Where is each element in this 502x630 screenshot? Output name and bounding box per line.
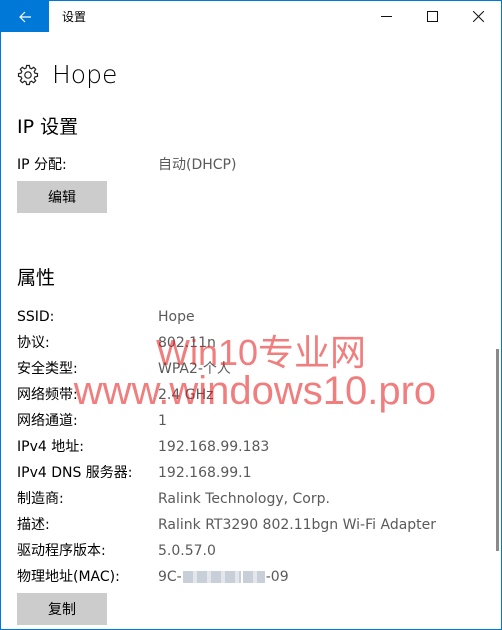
- redacted-mask: [182, 571, 241, 583]
- window-title: 设置: [62, 10, 87, 24]
- back-button[interactable]: [1, 1, 49, 32]
- property-label: 驱动程序版本:: [17, 543, 106, 559]
- property-label: SSID:: [17, 309, 55, 325]
- vertical-scrollbar[interactable]: [496, 349, 499, 551]
- property-label: 网络频带:: [17, 387, 78, 403]
- property-value: Ralink RT3290 802.11bgn Wi-Fi Adapter: [158, 517, 437, 533]
- title-bar: 设置: [1, 1, 501, 32]
- maximize-icon: [426, 11, 438, 22]
- property-row-security-type: 安全类型: WPA2-个人: [17, 359, 231, 379]
- property-row-protocol: 协议: 802.11n: [17, 333, 216, 353]
- property-value: Hope: [158, 309, 195, 325]
- property-value: 802.11n: [158, 335, 216, 351]
- property-row-driver-version: 驱动程序版本: 5.0.57.0: [17, 541, 216, 561]
- property-label: 网络通道:: [17, 413, 78, 429]
- property-value: 192.168.99.183: [158, 439, 270, 455]
- property-label: 制造商:: [17, 491, 64, 507]
- property-value: 192.168.99.1: [158, 465, 252, 481]
- property-label: 协议:: [17, 335, 50, 351]
- gear-icon: [17, 64, 39, 86]
- property-row-manufacturer: 制造商: Ralink Technology, Corp.: [17, 489, 330, 509]
- properties-heading: 属性: [17, 267, 56, 289]
- property-label: 描述:: [17, 517, 50, 533]
- close-button[interactable]: [455, 1, 501, 32]
- property-row-ipv4-dns: IPv4 DNS 服务器: 192.168.99.1: [17, 463, 252, 483]
- property-row-ipv4-address: IPv4 地址: 192.168.99.183: [17, 437, 269, 457]
- ip-assignment-value: 自动(DHCP): [158, 157, 237, 173]
- ip-settings-heading: IP 设置: [17, 116, 79, 138]
- settings-window: 设置 Hope IP 设置 IP 分配: 自动(DHCP) 编辑 属性 SSID…: [0, 0, 502, 630]
- mac-prefix: 9C-: [158, 569, 182, 585]
- property-row-network-band: 网络频带: 2.4 GHz: [17, 385, 213, 405]
- property-value: WPA2-个人: [158, 361, 231, 377]
- content-area: Hope IP 设置 IP 分配: 自动(DHCP) 编辑 属性 SSID: H…: [1, 32, 501, 629]
- property-row-network-channel: 网络通道: 1: [17, 411, 167, 431]
- property-value: 5.0.57.0: [158, 543, 216, 559]
- maximize-button[interactable]: [409, 1, 455, 32]
- property-label: IPv4 地址:: [17, 439, 84, 455]
- page-title: Hope: [52, 60, 118, 89]
- ip-assignment-row: IP 分配: 自动(DHCP): [17, 155, 236, 175]
- copy-button[interactable]: 复制: [17, 593, 107, 625]
- watermark-line-1: Win10专业网: [155, 332, 367, 373]
- watermark-line-2: www.windows10.pro: [73, 369, 437, 413]
- edit-button[interactable]: 编辑: [17, 181, 107, 213]
- property-row-description: 描述: Ralink RT3290 802.11bgn Wi-Fi Adapte…: [17, 515, 436, 535]
- minimize-icon: [380, 16, 392, 17]
- property-label: IPv4 DNS 服务器:: [17, 465, 133, 481]
- minimize-button[interactable]: [363, 1, 409, 32]
- property-value: Ralink Technology, Corp.: [158, 491, 330, 507]
- ip-assignment-label: IP 分配:: [17, 157, 67, 173]
- property-row-ssid: SSID: Hope: [17, 307, 195, 327]
- property-label: 物理地址(MAC):: [17, 569, 120, 585]
- page-header: Hope: [17, 60, 117, 89]
- property-value: 1: [158, 413, 167, 429]
- redacted-mask: [242, 571, 265, 583]
- back-arrow-icon: [19, 11, 31, 22]
- close-icon: [472, 11, 484, 22]
- property-value: 2.4 GHz: [158, 387, 214, 403]
- mac-address-value: 9C- -09: [158, 567, 289, 587]
- property-label: 安全类型:: [17, 361, 78, 377]
- property-row-mac-address: 物理地址(MAC): 9C- -09: [17, 567, 289, 587]
- mac-suffix: -09: [265, 569, 289, 585]
